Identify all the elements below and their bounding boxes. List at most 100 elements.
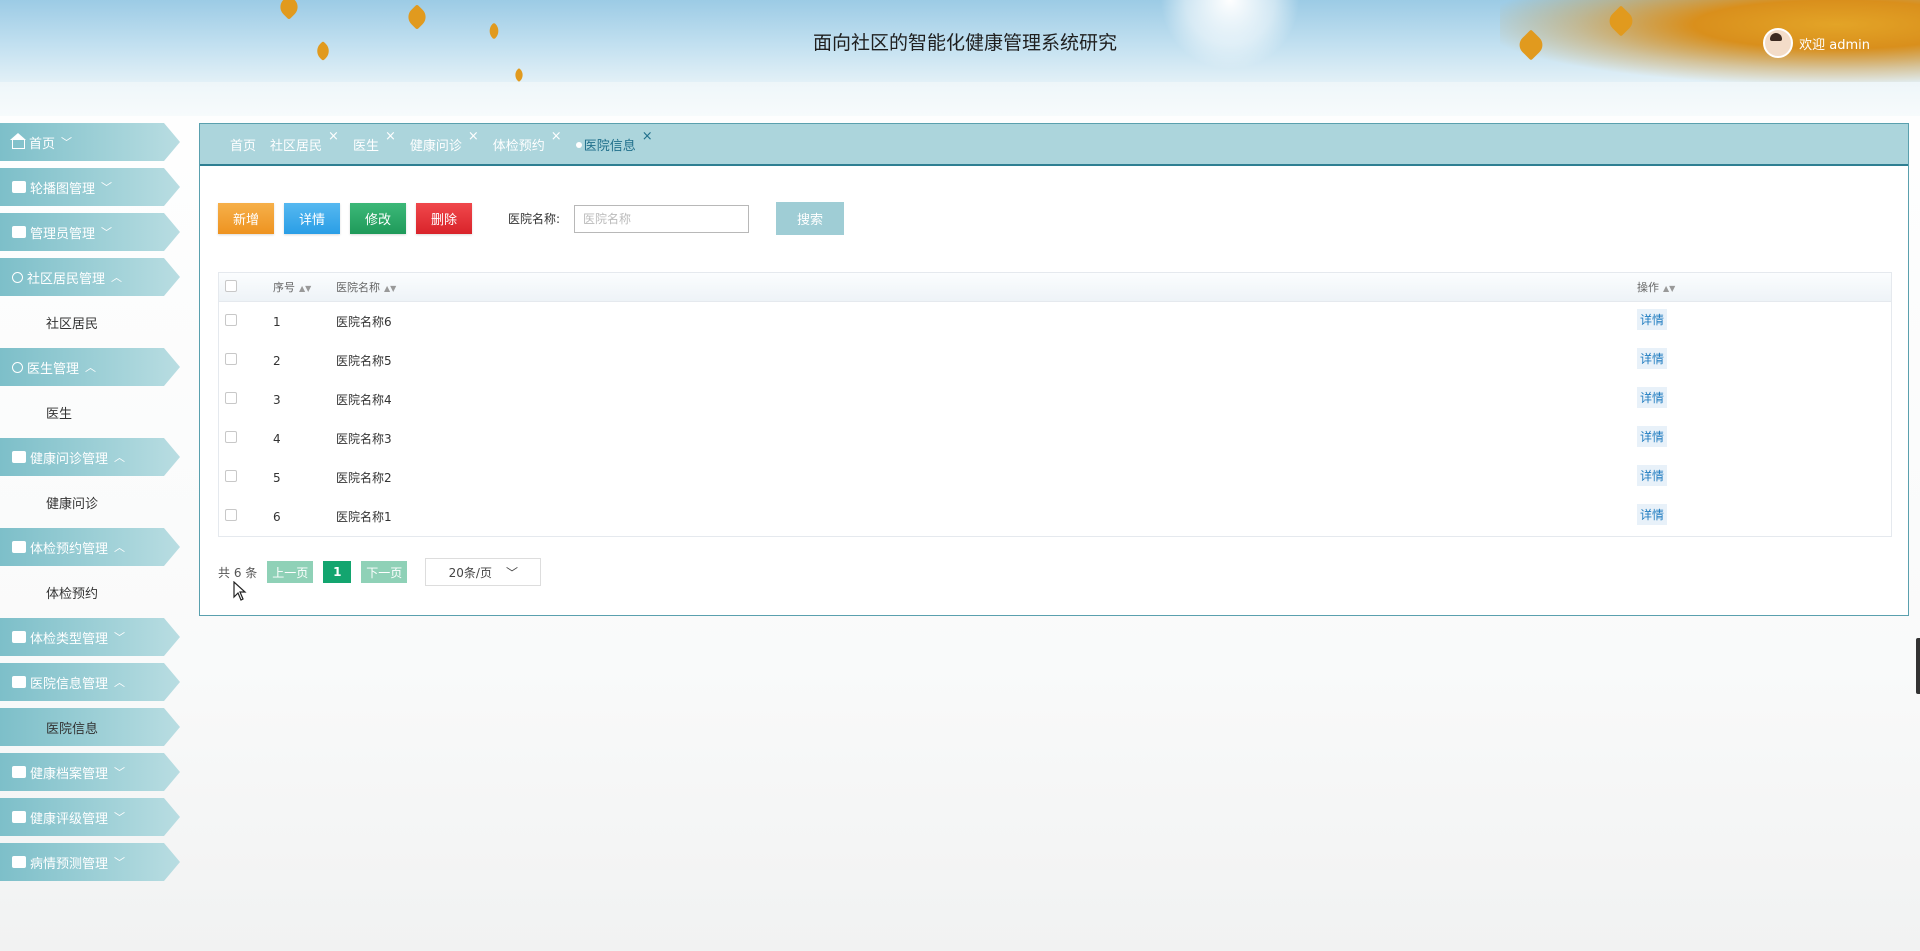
sidebar-item-health-rating-management[interactable]: 健康评级管理 ﹀ [0, 798, 180, 836]
page-size-select[interactable]: 20条/页 ﹀ [425, 558, 542, 586]
chevron-up-icon: ︿ [114, 541, 126, 554]
row-index: 3 [273, 392, 281, 407]
sidebar-item-carousel-management[interactable]: 轮播图管理 ﹀ [0, 168, 180, 206]
sidebar-item-label: 医生管理 [27, 361, 80, 377]
sidebar-item-checkup-booking-management[interactable]: 体检预约管理 ︿ [0, 528, 180, 566]
detail-button[interactable]: 详情 [284, 203, 340, 234]
sidebar-item-resident-management[interactable]: 社区居民管理 ︿ [0, 258, 180, 296]
next-page-button[interactable]: 下一页 [361, 561, 408, 583]
row-detail-button[interactable]: 详情 [1637, 504, 1668, 525]
hospital-table: 序号 ▲▼ 医院名称 ▲▼ 操作 ▲▼ 1 医院名称6 详情 2 医院名称5 详情 3… [218, 272, 1892, 537]
mouse-cursor-icon [233, 581, 247, 601]
row-detail-button[interactable]: 详情 [1637, 348, 1668, 369]
tab-residents[interactable]: 社区居民 × [270, 129, 339, 154]
page-size-value: 20条/页 [448, 565, 492, 580]
row-index: 4 [273, 431, 281, 446]
tab-consultation[interactable]: 健康问诊 × [410, 129, 479, 154]
row-detail-button[interactable]: 详情 [1637, 426, 1668, 447]
sidebar-subitem-doctors[interactable]: 医生 [0, 393, 182, 431]
sidebar-item-label: 病情预测管理 [30, 856, 109, 872]
row-checkbox[interactable] [225, 431, 237, 443]
row-index: 5 [273, 470, 281, 485]
sidebar-item-health-record-management[interactable]: 健康档案管理 ﹀ [0, 753, 180, 791]
list-icon [12, 631, 26, 643]
sidebar: 首页 ﹀ 轮播图管理 ﹀ 管理员管理 ﹀ 社区居民管理 ︿ 社区居民 医生管理 … [0, 123, 182, 888]
row-checkbox[interactable] [225, 509, 237, 521]
main-panel: 首页 社区居民 × 医生 × 健康问诊 × 体检预约 × 医院信息 × 新增 详… [199, 123, 1909, 616]
sidebar-subitem-consultation[interactable]: 健康问诊 [0, 483, 182, 521]
tab-hospital-info[interactable]: 医院信息 × [575, 129, 653, 154]
header-banner: 面向社区的智能化健康管理系统研究 欢迎 admin [0, 0, 1920, 82]
close-icon[interactable]: × [328, 129, 339, 144]
search-label: 医院名称: [508, 212, 561, 226]
tab-label: 首页 [230, 138, 257, 154]
scrollbar-handle[interactable] [1916, 638, 1920, 694]
hospital-name-search-input[interactable] [574, 204, 750, 233]
sidebar-item-home[interactable]: 首页 ﹀ [0, 123, 180, 161]
sort-icon[interactable]: ▲▼ [384, 284, 396, 293]
sidebar-item-label: 医院信息管理 [30, 676, 109, 692]
sort-icon[interactable]: ▲▼ [299, 284, 311, 293]
chevron-down-icon: ﹀ [101, 181, 113, 194]
person-icon [12, 361, 23, 373]
row-checkbox[interactable] [225, 470, 237, 482]
grid-icon [12, 676, 26, 688]
row-checkbox[interactable] [225, 392, 237, 404]
sort-icon[interactable]: ▲▼ [1663, 284, 1675, 293]
row-hospital-name: 医院名称5 [336, 354, 392, 368]
select-all-checkbox[interactable] [225, 279, 237, 292]
close-icon[interactable]: × [642, 129, 653, 144]
current-page-button[interactable]: 1 [323, 561, 352, 583]
tab-doctors[interactable]: 医生 × [353, 129, 396, 154]
close-icon[interactable]: × [468, 129, 479, 144]
close-icon[interactable]: × [551, 129, 562, 144]
delete-button[interactable]: 删除 [416, 203, 472, 234]
sidebar-item-disease-prediction-management[interactable]: 病情预测管理 ﹀ [0, 843, 180, 881]
header-action[interactable]: 操作 [1637, 281, 1659, 294]
folder-icon [12, 766, 26, 778]
close-icon[interactable]: × [385, 129, 396, 144]
header-hospital-name[interactable]: 医院名称 [336, 281, 380, 294]
welcome-text: 欢迎 admin [1799, 37, 1870, 53]
table-row: 5 医院名称2 详情 [219, 458, 1891, 497]
tab-checkup-booking[interactable]: 体检预约 × [493, 129, 562, 154]
user-info[interactable]: 欢迎 admin [1763, 28, 1870, 58]
chevron-up-icon: ︿ [111, 271, 123, 284]
sidebar-item-admin-management[interactable]: 管理员管理 ﹀ [0, 213, 180, 251]
sidebar-item-consultation-management[interactable]: 健康问诊管理 ︿ [0, 438, 180, 476]
row-checkbox[interactable] [225, 353, 237, 365]
chevron-up-icon: ︿ [85, 361, 97, 374]
table-row: 1 医院名称6 详情 [219, 302, 1891, 341]
row-detail-button[interactable]: 详情 [1637, 309, 1668, 330]
row-detail-button[interactable]: 详情 [1637, 387, 1668, 408]
sidebar-subitem-hospital-info[interactable]: 医院信息 [0, 708, 180, 746]
sidebar-item-checkup-type-management[interactable]: 体检类型管理 ﹀ [0, 618, 180, 656]
avatar[interactable] [1763, 28, 1794, 58]
row-checkbox[interactable] [225, 314, 237, 326]
edit-button[interactable]: 修改 [350, 203, 406, 234]
tab-home[interactable]: 首页 [230, 135, 256, 154]
row-detail-button[interactable]: 详情 [1637, 465, 1668, 486]
prev-page-button[interactable]: 上一页 [267, 561, 314, 583]
add-button[interactable]: 新增 [218, 203, 274, 234]
table-row: 4 医院名称3 详情 [219, 419, 1891, 458]
archive-icon [12, 811, 26, 823]
total-count: 共 6 条 [218, 565, 258, 580]
sidebar-item-doctor-management[interactable]: 医生管理 ︿ [0, 348, 180, 386]
chevron-down-icon: ﹀ [114, 811, 126, 824]
search-button[interactable]: 搜索 [776, 202, 845, 235]
sidebar-item-label: 健康问诊管理 [30, 451, 109, 467]
sidebar-item-label: 健康档案管理 [30, 766, 109, 782]
row-index: 1 [273, 314, 281, 329]
pagination: 共 6 条 上一页 1 下一页 20条/页 ﹀ [218, 558, 542, 586]
sidebar-item-label: 首页 [29, 136, 56, 152]
row-hospital-name: 医院名称4 [336, 393, 392, 407]
header-index[interactable]: 序号 [273, 281, 295, 294]
leaf-decoration [511, 67, 527, 82]
chevron-down-icon: ﹀ [505, 565, 518, 580]
sidebar-item-label: 体检预约管理 [30, 541, 109, 557]
sidebar-subitem-residents[interactable]: 社区居民 [0, 303, 182, 341]
sidebar-item-hospital-management[interactable]: 医院信息管理 ︿ [0, 663, 180, 701]
sidebar-subitem-checkup-booking[interactable]: 体检预约 [0, 573, 182, 611]
document-icon [12, 451, 26, 463]
